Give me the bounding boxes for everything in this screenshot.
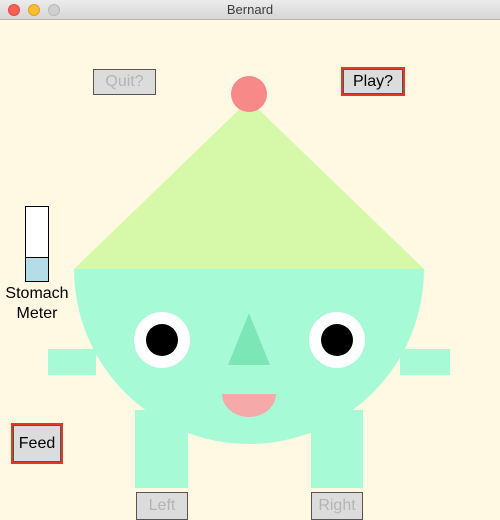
quit-button[interactable]: Quit? [93, 69, 156, 95]
right-arm [400, 349, 450, 375]
stomach-meter-fill [26, 256, 48, 281]
stomach-meter-label-line1: Stomach [5, 285, 69, 302]
title-bar: Bernard [0, 0, 500, 20]
play-button[interactable]: Play? [341, 67, 405, 96]
feed-button[interactable]: Feed [11, 423, 63, 464]
stomach-meter [25, 206, 49, 282]
right-eye-pupil [321, 324, 353, 356]
game-canvas: Quit? Play? Stomach Meter Feed Left Righ… [0, 20, 500, 520]
right-button[interactable]: Right [311, 492, 363, 520]
stomach-meter-label-line2: Meter [16, 305, 58, 322]
hat [74, 100, 424, 269]
left-arm [48, 349, 96, 375]
stomach-meter-label: Stomach Meter [0, 284, 74, 324]
left-button[interactable]: Left [136, 492, 188, 520]
app-window: Bernard Quit? Play? Stomach Meter Feed L… [0, 0, 500, 520]
window-title: Bernard [226, 2, 274, 17]
left-eye-pupil [146, 324, 178, 356]
hat-pompom [231, 76, 267, 112]
bernard-character [48, 76, 450, 488]
